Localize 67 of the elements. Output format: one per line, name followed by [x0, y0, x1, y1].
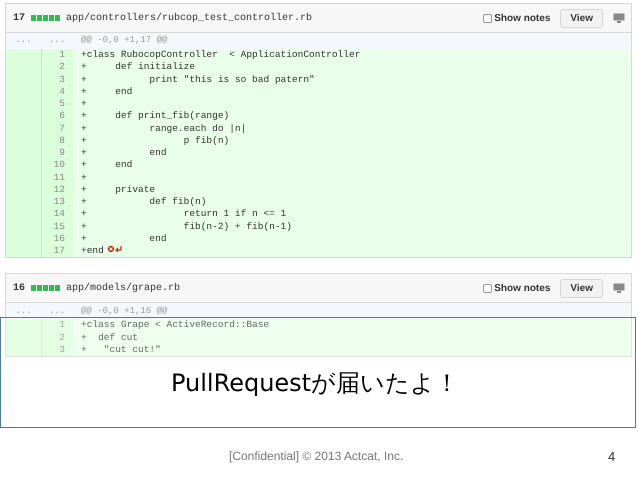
code-line: + end — [81, 232, 167, 245]
code-line: + — [81, 98, 87, 110]
code-line: +end — [81, 245, 104, 258]
code-line: + end — [81, 159, 132, 172]
checkbox-label: Show notes — [494, 282, 550, 296]
line-number: 2 — [41, 332, 73, 344]
code-line: + end — [81, 147, 167, 160]
line-number: 11 — [41, 172, 73, 184]
code-line: + private — [81, 184, 156, 196]
line-number: 3 — [41, 74, 73, 86]
footer-text: [Confidential] © 2013 Actcat, Inc. — [229, 448, 404, 465]
code-line: +class RubocopController < ApplicationController — [81, 49, 360, 62]
code-line: + print "this is so bad patern" — [81, 74, 315, 86]
hunk-header: @@ -0,0 +1,17 @@ — [81, 34, 168, 48]
line-number: 2 — [41, 61, 73, 74]
code-line: + range.each do |n| — [81, 122, 246, 135]
monitor-icon[interactable] — [613, 283, 625, 294]
gutter-cell — [6, 49, 41, 62]
addition-count: 16 — [13, 282, 26, 296]
line-number: ... — [48, 34, 66, 48]
code-line: + fib(n-2) + fib(n-1) — [81, 220, 292, 233]
code-line: + "cut cut!" — [81, 344, 161, 356]
line-number: 8 — [41, 134, 73, 147]
view-button[interactable]: View — [560, 8, 603, 28]
file-path: app/controllers/rubcop_test_controller.rb — [66, 12, 312, 26]
code-line: +class Grape < ActiveRecord::Base — [81, 319, 270, 332]
gutter-cell — [6, 245, 41, 258]
slide-caption: PullRequestが届いたよ！ — [171, 369, 460, 397]
gutter-cell — [6, 344, 41, 356]
line-number: 7 — [41, 122, 73, 135]
code-line: + p fib(n) — [81, 134, 230, 147]
line-number: 17 — [41, 245, 73, 258]
diffstat-icon — [31, 285, 60, 292]
diffstat-icon — [31, 15, 60, 21]
line-number: ... — [14, 34, 33, 48]
gutter-cell — [6, 319, 41, 332]
line-number: ... — [14, 304, 33, 318]
checkbox[interactable] — [483, 14, 492, 22]
line-number: 13 — [41, 196, 73, 208]
code-line: + def print_fib(range) — [81, 110, 230, 122]
line-number: 4 — [41, 86, 73, 98]
line-number: 16 — [41, 232, 73, 245]
line-number: 1 — [41, 319, 73, 332]
code-line: + def cut — [81, 332, 138, 344]
checkbox-label: Show notes — [494, 12, 550, 26]
line-number: 9 — [41, 147, 73, 160]
code-line: + def initialize — [81, 61, 196, 74]
line-number: 14 — [41, 208, 73, 220]
addition-count: 17 — [13, 12, 26, 26]
checkbox[interactable] — [483, 284, 492, 293]
code-line: + — [81, 172, 87, 184]
line-number: 6 — [41, 110, 73, 122]
line-number: ... — [48, 304, 66, 318]
monitor-icon[interactable] — [613, 13, 625, 23]
hunk-header: @@ -0,0 +1,16 @@ — [81, 304, 168, 318]
file-path: app/models/grape.rb — [66, 282, 180, 296]
code-line: + return 1 if n <= 1 — [81, 208, 286, 220]
page-number: 4 — [608, 448, 616, 466]
line-number: 15 — [41, 220, 73, 233]
line-number: 3 — [41, 344, 73, 356]
line-number: 12 — [41, 184, 73, 196]
code-line: + end — [81, 86, 132, 98]
view-button[interactable]: View — [560, 278, 603, 298]
code-line: + def fib(n) — [81, 196, 206, 208]
line-number: 10 — [41, 159, 73, 172]
line-number: 5 — [41, 98, 73, 110]
line-number: 1 — [41, 49, 73, 62]
